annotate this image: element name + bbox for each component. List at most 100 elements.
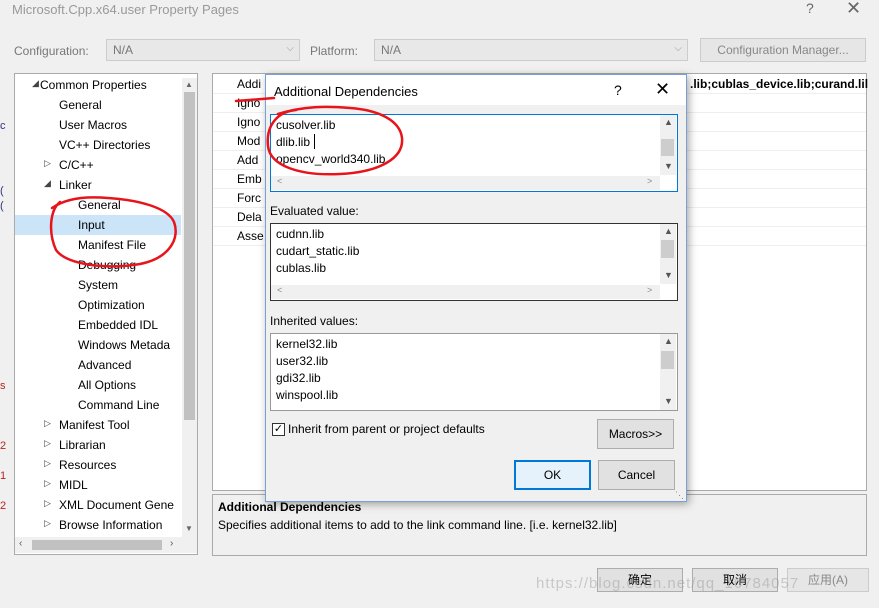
expand-arrow-icon[interactable]: ▷ [44,438,51,449]
description-title: Additional Dependencies [218,500,362,514]
watermark: https://blog.csdn.net/qq_16784057 [536,575,800,592]
inherit-checkbox-label[interactable]: Inherit from parent or project defaults [288,422,485,436]
close-icon[interactable]: ✕ [846,0,861,19]
tree-item-label: All Options [78,378,137,392]
tree-item[interactable]: Advanced [78,355,131,375]
evaluated-line: cublas.lib [276,261,327,275]
tree-item-label: Linker [59,178,92,192]
grid-row-label: Igno [237,115,261,129]
expand-arrow-icon[interactable]: ▷ [44,478,51,489]
tree-item[interactable]: MIDL [59,475,88,495]
resize-grip-icon[interactable]: ⋱ [675,490,684,501]
tree-item[interactable]: General [78,195,121,215]
edge-artifact: c [0,120,6,132]
tree-item[interactable]: Windows Metada [78,335,170,355]
scroll-left-icon[interactable]: < [277,285,282,295]
configuration-value: N/A [113,43,134,57]
tree-item[interactable]: Input [15,215,181,235]
scroll-up-icon[interactable]: ▲ [664,117,673,127]
dialog-close-icon[interactable]: ✕ [655,79,670,100]
tree-item-label: System [78,278,119,292]
tree-item[interactable]: Manifest Tool [59,415,129,435]
scroll-down-icon[interactable]: ▼ [664,396,673,406]
scroll-right-icon[interactable]: > [647,285,652,295]
inherited-line: gdi32.lib [276,371,321,385]
tree-hscroll-thumb[interactable] [32,540,162,550]
scroll-up-icon[interactable]: ▲ [664,336,673,346]
tree-item[interactable]: Debugging [78,255,136,275]
edit-line[interactable]: opencv_world340.lib [276,152,385,166]
scroll-down-icon[interactable]: ▼ [664,161,673,171]
platform-select[interactable]: N/A ⌵ [374,39,688,61]
expand-arrow-icon[interactable]: ▷ [44,418,51,429]
tree-item[interactable]: Optimization [78,295,145,315]
scroll-right-icon[interactable]: › [170,538,173,549]
platform-value: N/A [381,43,402,57]
scroll-up-icon[interactable]: ▲ [185,80,193,89]
edit-scroll-thumb[interactable] [661,139,674,156]
tree-item-label: General [59,98,102,112]
ok-button[interactable]: OK [514,460,591,490]
inherit-checkbox[interactable]: ✓ [272,423,285,436]
tree-item-label: Embedded IDL [78,318,159,332]
window-title: Microsoft.Cpp.x64.user Property Pages [12,2,239,17]
tree-item-label: Manifest Tool [59,418,130,432]
evaluated-horizontal-scrollbar[interactable]: < > [271,285,660,299]
inherited-line: user32.lib [276,354,329,368]
tree-item[interactable]: XML Document Gene [59,495,174,515]
grid-row-label: Mod [237,134,261,148]
tree-item[interactable]: System [78,275,118,295]
inherited-vertical-scrollbar[interactable]: ▲ ▼ [660,334,676,410]
evaluated-value-label: Evaluated value: [270,204,359,218]
edit-line[interactable]: dlib.lib [276,135,310,149]
tree-item[interactable]: Browse Information [59,515,162,535]
tree-item[interactable]: Embedded IDL [78,315,158,335]
edit-horizontal-scrollbar[interactable]: < > [271,176,660,190]
tree-item[interactable]: Manifest File [78,235,146,255]
evaluated-scroll-thumb[interactable] [661,240,674,258]
tree-item-label: General [78,198,121,212]
tree-item-label: Windows Metada [78,338,171,352]
configuration-label: Configuration: [14,44,89,58]
evaluated-line: cudnn.lib [276,227,325,241]
dialog-help-icon[interactable]: ? [614,82,622,98]
tree-item[interactable]: VC++ Directories [59,135,150,155]
tree-item-label: Common Properties [40,78,147,92]
scroll-left-icon[interactable]: < [277,176,282,186]
tree-item[interactable]: Librarian [59,435,106,455]
scroll-right-icon[interactable]: > [647,176,652,186]
scroll-left-icon[interactable]: ‹ [19,538,22,549]
tree-item[interactable]: User Macros [59,115,127,135]
tree-item[interactable]: General [59,95,102,115]
tree-item[interactable]: Common Properties [40,75,147,95]
expand-arrow-icon[interactable]: ▷ [44,518,51,529]
grid-row-label: Add [237,153,259,167]
tree-item[interactable]: Resources [59,455,116,475]
grid-row-label: Forc [237,191,261,205]
expand-arrow-icon[interactable]: ▷ [44,498,51,509]
inherited-scroll-thumb[interactable] [661,351,674,369]
scroll-down-icon[interactable]: ▼ [664,270,673,280]
expand-arrow-icon[interactable]: ▷ [44,158,51,169]
configuration-select[interactable]: N/A ⌵ [106,39,300,61]
footer-apply-button[interactable]: 应用(A) [787,568,869,592]
configuration-manager-button[interactable]: Configuration Manager... [700,38,866,62]
inherited-line: kernel32.lib [276,337,338,351]
scroll-up-icon[interactable]: ▲ [664,226,673,236]
cancel-button[interactable]: Cancel [598,460,675,490]
inherited-values-label: Inherited values: [270,314,359,328]
scroll-down-icon[interactable]: ▼ [185,524,193,533]
expand-arrow-icon[interactable]: ▷ [44,458,51,469]
tree-item[interactable]: All Options [78,375,136,395]
tree-scroll-thumb[interactable] [184,92,195,420]
grid-value-additional-dependencies[interactable]: .lib;cublas_device.lib;curand.lil [690,77,868,91]
collapse-arrow-icon[interactable]: ◢ [44,178,51,189]
collapse-arrow-icon[interactable]: ◢ [32,78,39,89]
tree-item[interactable]: C/C++ [59,155,94,175]
tree-item[interactable]: Linker [59,175,92,195]
tree-item[interactable]: Command Line [78,395,159,415]
edit-line[interactable]: cusolver.lib [276,118,335,132]
macros-button[interactable]: Macros>> [597,419,674,449]
edge-artifact: 2 [0,440,7,452]
help-icon[interactable]: ? [806,0,814,16]
